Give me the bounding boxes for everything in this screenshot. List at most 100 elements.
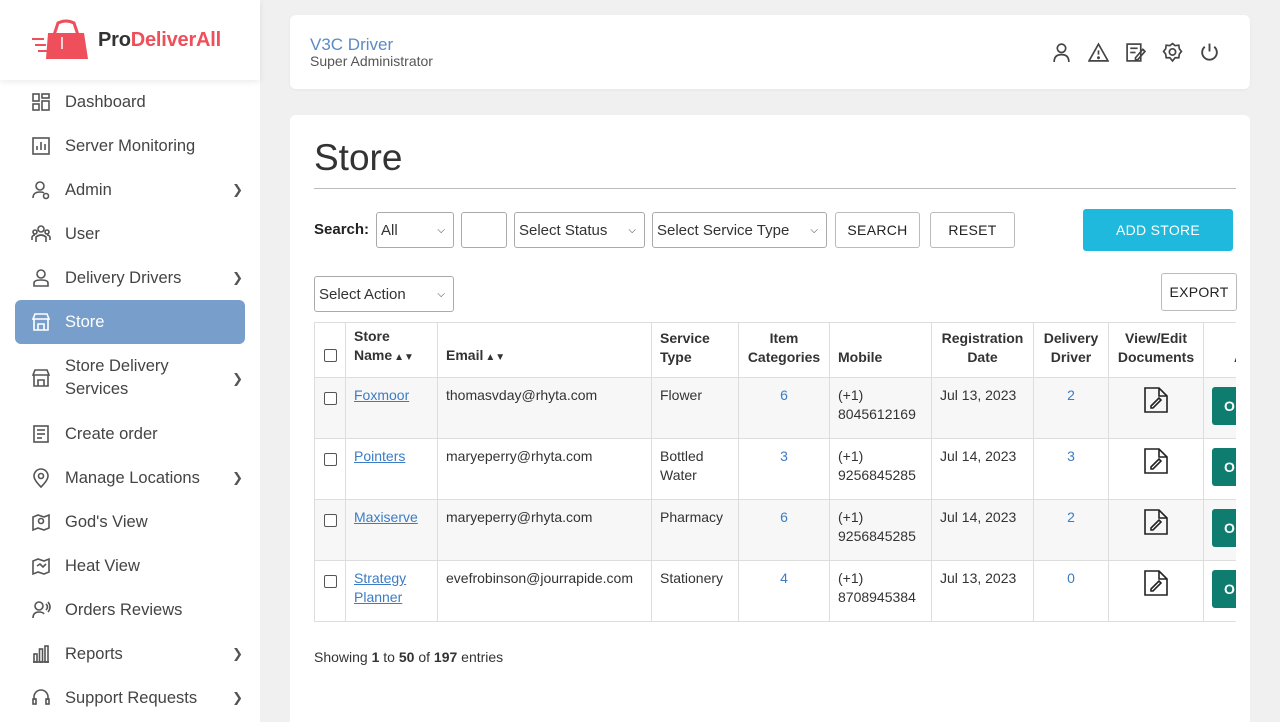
edit-note-icon[interactable]: [1125, 42, 1147, 63]
sidebar-item-admin[interactable]: Admin ❯: [15, 168, 245, 212]
add-store-button[interactable]: ADD STORE: [1083, 209, 1233, 251]
table-row: Strategy Planner evefrobinson@jourrapide…: [314, 560, 1236, 622]
page-title: Store: [314, 137, 403, 178]
edit-document-icon[interactable]: [1143, 447, 1169, 475]
row-checkbox[interactable]: [323, 514, 337, 527]
sort-icon: ▲▼: [394, 352, 414, 363]
power-icon[interactable]: [1199, 42, 1220, 63]
headset-icon: [32, 689, 50, 705]
sidebar-item-label: Store Delivery Services: [65, 357, 169, 398]
row-checkbox[interactable]: [323, 453, 337, 466]
shopping-bag-logo-icon: [32, 19, 88, 59]
chevron-right-icon: ❯: [232, 182, 243, 197]
sidebar-item-dashboard[interactable]: Dashboard: [15, 80, 245, 124]
pagination-info: Showing 1 to 50 of 197 entries: [314, 649, 504, 665]
item-categories-link[interactable]: 6: [780, 387, 788, 403]
sidebar-item-label: Create order: [65, 424, 158, 443]
sidebar-item-delivery-drivers[interactable]: Delivery Drivers ❯: [15, 256, 245, 300]
chevron-down-icon: ⌵: [810, 225, 818, 236]
sidebar-item-reports[interactable]: Reports ❯: [15, 632, 245, 676]
action-button[interactable]: O: [1212, 570, 1236, 608]
store-icon: [31, 313, 51, 331]
store-name-link[interactable]: Pointers: [354, 448, 405, 464]
reset-button[interactable]: RESET: [930, 212, 1015, 248]
edit-document-icon[interactable]: [1143, 386, 1169, 414]
table-row: Maxiserve maryeperry@rhyta.com Pharmacy …: [314, 499, 1236, 561]
sidebar-item-label: User: [65, 224, 100, 243]
email-cell: evefrobinson@jourrapide.com: [437, 560, 652, 622]
chevron-right-icon: ❯: [232, 690, 243, 705]
alert-icon[interactable]: [1087, 42, 1110, 63]
title-divider: [314, 188, 1236, 189]
sidebar-item-label: God's View: [65, 512, 148, 531]
sidebar-item-heat-view[interactable]: Heat View: [15, 544, 245, 588]
top-header: V3C Driver Super Administrator: [290, 15, 1250, 89]
table-header-row: Store Name ▲▼ Email ▲▼ Service Type Item C…: [314, 322, 1236, 378]
registration-date-cell: Jul 13, 2023: [931, 377, 1034, 439]
action-button[interactable]: O: [1212, 509, 1236, 547]
chevron-right-icon: ❯: [232, 470, 243, 485]
mobile-cell: (+1) 8045612169: [829, 377, 932, 439]
delivery-driver-link[interactable]: 2: [1067, 387, 1075, 403]
sidebar-item-store[interactable]: Store: [15, 300, 245, 344]
sidebar-item-label: Manage Locations: [65, 468, 200, 487]
logo[interactable]: ProDeliverAll: [0, 0, 260, 80]
row-checkbox[interactable]: [323, 575, 337, 588]
col-service-type: Service Type: [651, 322, 739, 378]
bulk-action-select[interactable]: Select Action ⌵: [314, 276, 454, 312]
store-name-link[interactable]: Foxmoor: [354, 387, 409, 403]
status-select[interactable]: Select Status ⌵: [514, 212, 645, 248]
col-mobile: Mobile: [829, 322, 932, 378]
search-field-select[interactable]: All ⌵: [376, 212, 454, 248]
reports-chart-icon: [33, 645, 49, 663]
delivery-driver-link[interactable]: 0: [1067, 570, 1075, 586]
sidebar-item-orders-reviews[interactable]: Orders Reviews: [15, 588, 245, 632]
col-action: A: [1203, 322, 1236, 378]
service-type-select[interactable]: Select Service Type ⌵: [652, 212, 827, 248]
store-name-link[interactable]: Maxiserve: [354, 509, 418, 525]
service-type-cell: Stationery: [651, 560, 739, 622]
sidebar-item-server-monitoring[interactable]: Server Monitoring: [15, 124, 245, 168]
sidebar-item-gods-view[interactable]: God's View: [15, 500, 245, 544]
col-store-name[interactable]: Store Name ▲▼: [345, 322, 438, 378]
header-actions: [1051, 42, 1220, 63]
delivery-driver-link[interactable]: 2: [1067, 509, 1075, 525]
sidebar-item-create-order[interactable]: Create order: [15, 412, 245, 456]
row-checkbox[interactable]: [323, 392, 337, 405]
item-categories-link[interactable]: 3: [780, 448, 788, 464]
sidebar-item-label: Dashboard: [65, 92, 146, 111]
search-button[interactable]: SEARCH: [835, 212, 920, 248]
registration-date-cell: Jul 14, 2023: [931, 438, 1034, 500]
user-icon[interactable]: [1051, 42, 1072, 63]
sidebar-item-support-requests[interactable]: Support Requests ❯: [15, 676, 245, 720]
sidebar-item-user[interactable]: User: [15, 212, 245, 256]
main-content: Store Search: All ⌵ Select Status ⌵ Sele…: [290, 115, 1250, 722]
edit-document-icon[interactable]: [1143, 569, 1169, 597]
sidebar-item-label: Admin: [65, 180, 112, 199]
export-button[interactable]: EXPORT: [1161, 273, 1237, 311]
col-delivery-driver: Delivery Driver: [1033, 322, 1109, 378]
col-email[interactable]: Email ▲▼: [437, 322, 652, 378]
col-registration-date: Registration Date: [931, 322, 1034, 378]
service-type-cell: Pharmacy: [651, 499, 739, 561]
edit-document-icon[interactable]: [1143, 508, 1169, 536]
search-input[interactable]: [461, 212, 507, 248]
sidebar-item-store-delivery-services[interactable]: Store Delivery Services ❯: [15, 344, 245, 412]
search-label: Search:: [314, 221, 370, 238]
item-categories-link[interactable]: 6: [780, 509, 788, 525]
sidebar-item-manage-locations[interactable]: Manage Locations ❯: [15, 456, 245, 500]
select-all-checkbox[interactable]: [323, 349, 337, 362]
sidebar-item-label: Support Requests: [65, 688, 198, 707]
service-type-cell: Bottled Water: [651, 438, 739, 500]
mobile-cell: (+1) 9256845285: [829, 499, 932, 561]
action-button[interactable]: O: [1212, 448, 1236, 486]
select-all-header: [314, 322, 346, 378]
delivery-driver-link[interactable]: 3: [1067, 448, 1075, 464]
chevron-right-icon: ❯: [232, 370, 243, 386]
action-button[interactable]: O: [1212, 387, 1236, 425]
settings-icon[interactable]: [1162, 42, 1183, 63]
item-categories-link[interactable]: 4: [780, 570, 788, 586]
service-type-cell: Flower: [651, 377, 739, 439]
sidebar-item-label: Store: [65, 312, 105, 331]
store-name-link[interactable]: Strategy Planner: [354, 570, 406, 605]
